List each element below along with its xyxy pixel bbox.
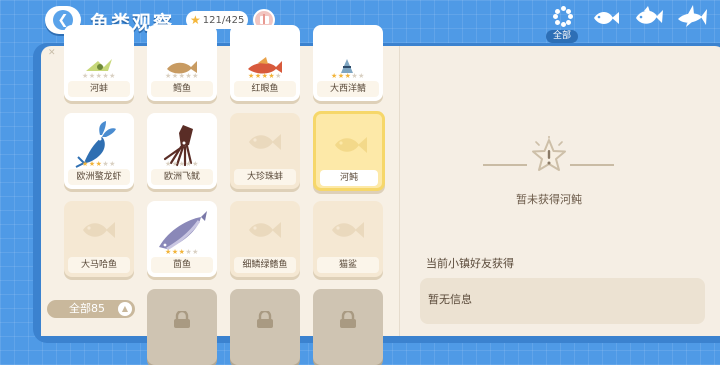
fish-silhouette-icon — [249, 222, 281, 238]
locked-card-1[interactable] — [147, 289, 217, 365]
friends-section-title: 当前小镇好友获得 — [426, 257, 514, 270]
chevron-up-icon: ▲ — [118, 302, 132, 316]
friends-info-text: 暂无信息 — [428, 293, 472, 306]
fish-name: 红眼鱼 — [234, 81, 296, 97]
lock-icon — [340, 311, 356, 328]
fish-name: 欧洲飞鱿 — [151, 169, 213, 185]
locked-card-2[interactable] — [230, 289, 300, 365]
small-fish-icon[interactable] — [592, 8, 620, 28]
rarity-stars: ★★★★★ — [331, 72, 365, 80]
fish-card-8-selected[interactable]: 河鲀 — [313, 111, 385, 191]
fish-silhouette-icon — [249, 134, 281, 150]
fish-card-7[interactable]: 大珍珠蚌 — [230, 113, 300, 189]
all-filter-icon — [553, 6, 573, 27]
counter-text: 121/425 — [202, 14, 245, 26]
total-label: 全部85 — [69, 302, 105, 315]
rarity-stars: ★★★★★ — [165, 72, 199, 80]
fish-name: 茴鱼 — [151, 257, 213, 273]
corner-close-icon[interactable]: ✕ — [48, 48, 56, 58]
fish-silhouette-icon — [83, 222, 115, 238]
rarity-stars: ★★★★★ — [165, 248, 199, 256]
total-filter-pill[interactable]: 全部85 ▲ — [47, 300, 135, 318]
lock-icon — [257, 311, 273, 328]
fish-silhouette-icon — [335, 137, 367, 153]
rarity-stars: ★★★★★ — [82, 160, 116, 168]
gift-icon — [259, 14, 269, 24]
fish-name: 鳕鱼 — [151, 81, 213, 97]
locked-card-3[interactable] — [313, 289, 383, 365]
lock-icon — [174, 311, 190, 328]
rarity-stars: ★★★★★ — [82, 72, 116, 80]
fish-card-2[interactable]: ★★★★★ 鳕鱼 — [147, 25, 217, 101]
divider-left — [483, 164, 527, 166]
fish-name: 大马哈鱼 — [68, 257, 130, 273]
not-obtained-text: 暂未获得河鲀 — [516, 193, 582, 206]
fish-card-5[interactable]: ★★★★★ 欧洲螯龙虾 — [64, 113, 134, 189]
fish-name: 河蚌 — [68, 81, 130, 97]
shark-icon[interactable] — [676, 3, 708, 31]
rarity-stars: ★★★★★ — [165, 160, 199, 168]
filter-all-label: 全部 — [546, 30, 578, 43]
friends-info-box: 暂无信息 — [420, 278, 705, 324]
fish-card-1[interactable]: ★★★★★ 河蚌 — [64, 25, 134, 101]
rarity-stars: ★★★★★ — [248, 72, 282, 80]
fish-name: 猫鲨 — [317, 257, 379, 273]
fish-card-6[interactable]: ★★★★★ 欧洲飞鱿 — [147, 113, 217, 189]
fish-card-4[interactable]: ★★★★★ 大西洋鲭 — [313, 25, 383, 101]
fish-card-11[interactable]: 细鳞绿鳍鱼 — [230, 201, 300, 277]
fish-name: 大珍珠蚌 — [234, 169, 296, 185]
big-fish-icon[interactable] — [634, 4, 664, 30]
fish-name: 河鲀 — [320, 170, 378, 186]
fish-name: 细鳞绿鳍鱼 — [234, 257, 296, 273]
fish-name: 大西洋鲭 — [317, 81, 379, 97]
fish-card-9[interactable]: 大马哈鱼 — [64, 201, 134, 277]
fish-card-12[interactable]: 猫鲨 — [313, 201, 383, 277]
fish-card-3[interactable]: ★★★★★ 红眼鱼 — [230, 25, 300, 101]
divider-right — [570, 164, 614, 166]
fish-card-10[interactable]: ★★★★★ 茴鱼 — [147, 201, 217, 277]
fish-silhouette-icon — [332, 222, 364, 238]
exclamation-star-icon — [532, 136, 566, 171]
filter-tab-all[interactable] — [546, 4, 580, 30]
fish-name: 欧洲螯龙虾 — [68, 169, 130, 185]
